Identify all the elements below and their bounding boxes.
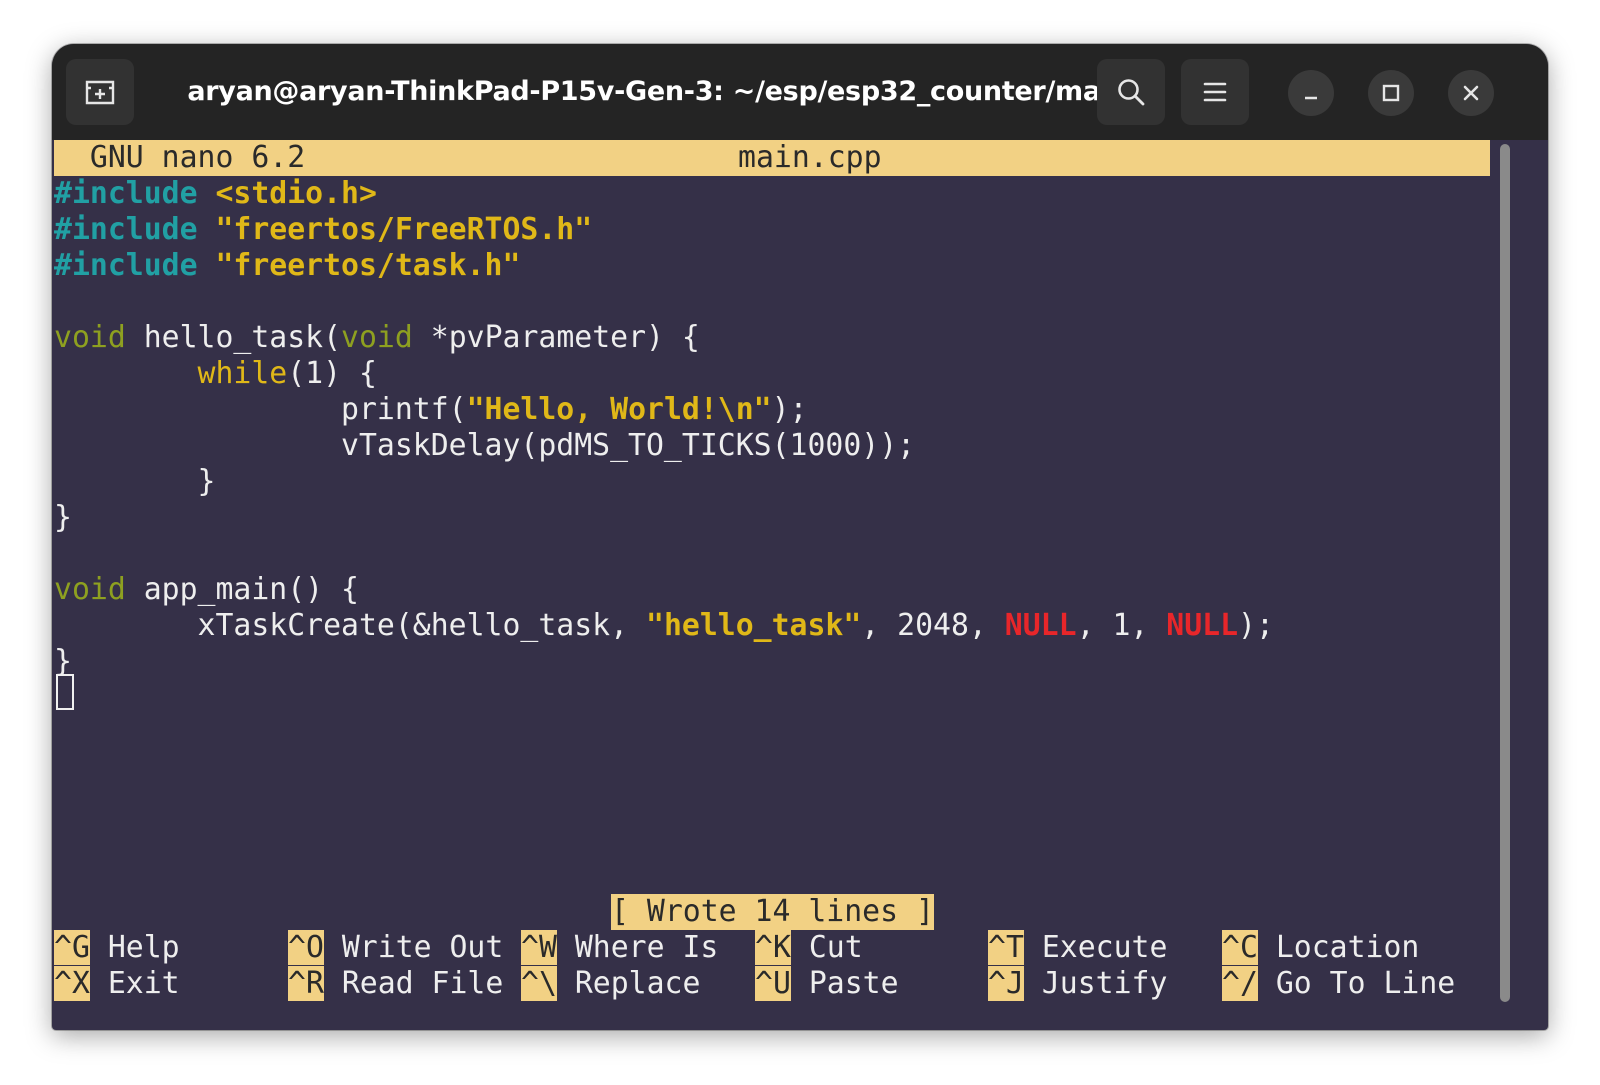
param-rest: *pvParameter) { [412,320,700,355]
window-title: aryan@aryan-ThinkPad-P15v-Gen-3: ~/esp/e… [187,76,1129,107]
shortcut-key: ^C [1222,930,1258,965]
args-1: , 2048, [861,608,1005,643]
shortcut-justify[interactable]: ^J Justify [988,966,1167,1002]
shortcut-key: ^W [521,930,557,965]
shortcut-write-out[interactable]: ^O Write Out [288,930,503,966]
include-target: <stdio.h> [197,176,377,211]
code-line-2: #include "freertos/FreeRTOS.h" [54,212,592,248]
shortcut-key: ^G [54,930,90,965]
maximize-icon [1382,84,1400,102]
shortcut-cut[interactable]: ^K Cut [755,930,863,966]
shortcut-key: ^J [988,966,1024,1001]
shortcut-label: Execute [1023,930,1168,965]
shortcut-label: Exit [89,966,180,1001]
while-keyword: while [197,356,288,391]
code-line-12: void app_main() { [54,572,359,608]
new-tab-icon [85,80,115,105]
shortcut-go-to-line[interactable]: ^/ Go To Line [1222,966,1455,1002]
args-2: , 1, [1076,608,1167,643]
shortcut-key: ^R [288,966,324,1001]
shortcut-exit[interactable]: ^X Exit [54,966,180,1002]
shortcut-label: Replace [556,966,701,1001]
shortcut-read-file[interactable]: ^R Read File [288,966,503,1002]
shortcut-key: ^/ [1222,966,1258,1001]
printf-close: ); [771,392,808,427]
null-literal: NULL [1004,608,1077,643]
code-line-5: void hello_task(void *pvParameter) { [54,320,700,356]
xtaskcreate-call: xTaskCreate(&hello_task, [197,608,646,643]
printf-call: printf( [341,392,467,427]
close-icon [1463,85,1479,101]
type-keyword: void [54,572,126,607]
code-line-3: #include "freertos/task.h" [54,248,520,284]
code-line-7: printf("Hello, World!\n"); [54,392,807,428]
code-line-8: vTaskDelay(pdMS_TO_TICKS(1000)); [54,428,916,463]
include-target: "freertos/FreeRTOS.h" [197,212,593,247]
code-line-10: } [54,500,72,535]
preprocessor-directive: #include [54,176,198,211]
null-literal: NULL [1166,608,1239,643]
code-line-13: xTaskCreate(&hello_task, "hello_task", 2… [54,608,1274,644]
terminal-content[interactable]: GNU nano 6.2 main.cpp #include <stdio.h>… [54,140,1500,1030]
code-line-1: #include <stdio.h> [54,176,377,212]
shortcut-help[interactable]: ^G Help [54,930,180,966]
shortcut-label: Help [89,930,180,965]
string-literal: "hello_task" [646,608,862,643]
nano-header-bar: GNU nano 6.2 main.cpp [54,140,1490,176]
preprocessor-directive: #include [54,212,198,247]
status-message: [ Wrote 14 lines ] [611,894,934,930]
shortcut-execute[interactable]: ^T Execute [988,930,1167,966]
nano-version: GNU nano 6.2 [54,140,306,175]
search-icon [1118,79,1145,106]
shortcut-key: ^K [755,930,791,965]
param-type-keyword: void [341,320,413,355]
menu-button[interactable] [1181,59,1249,125]
code-line-9: } [54,464,216,499]
string-literal: "Hello, World!\n" [466,392,772,427]
shortcut-label: Location [1257,930,1420,965]
maximize-button[interactable] [1368,70,1414,116]
code-line-6: while(1) { [54,356,377,392]
shortcut-label: Cut [790,930,863,965]
shortcut-label: Justify [1023,966,1168,1001]
hamburger-menu-icon [1203,82,1227,102]
new-tab-button[interactable] [66,59,134,125]
text-cursor [56,674,74,710]
shortcut-label: Paste [790,966,899,1001]
shortcut-label: Write Out [323,930,504,965]
shortcut-key: ^X [54,966,90,1001]
preprocessor-directive: #include [54,248,198,283]
minimize-icon [1305,96,1317,100]
function-signature: hello_task( [125,320,342,355]
shortcut-label: Go To Line [1257,966,1456,1001]
call-close: ); [1238,608,1274,643]
shortcut-key: ^T [988,930,1024,965]
shortcut-replace[interactable]: ^\ Replace [521,966,700,1002]
shortcut-key: ^\ [521,966,557,1001]
shortcut-paste[interactable]: ^U Paste [755,966,899,1002]
terminal-window: aryan@aryan-ThinkPad-P15v-Gen-3: ~/esp/e… [52,44,1548,1030]
search-button[interactable] [1097,59,1165,125]
shortcut-label: Where Is [556,930,719,965]
title-bar: aryan@aryan-ThinkPad-P15v-Gen-3: ~/esp/e… [52,44,1548,140]
shortcut-where-is[interactable]: ^W Where Is [521,930,718,966]
function-signature: app_main() { [125,572,359,607]
type-keyword: void [54,320,126,355]
shortcut-key: ^U [755,966,791,1001]
close-button[interactable] [1448,70,1494,116]
while-condition: (1) { [287,356,377,391]
shortcut-location[interactable]: ^C Location [1222,930,1419,966]
shortcut-label: Read File [323,966,504,1001]
nano-filename: main.cpp [738,140,882,175]
include-target: "freertos/task.h" [197,248,521,283]
scrollbar[interactable] [1500,144,1510,1002]
minimize-button[interactable] [1288,70,1334,116]
shortcut-key: ^O [288,930,324,965]
